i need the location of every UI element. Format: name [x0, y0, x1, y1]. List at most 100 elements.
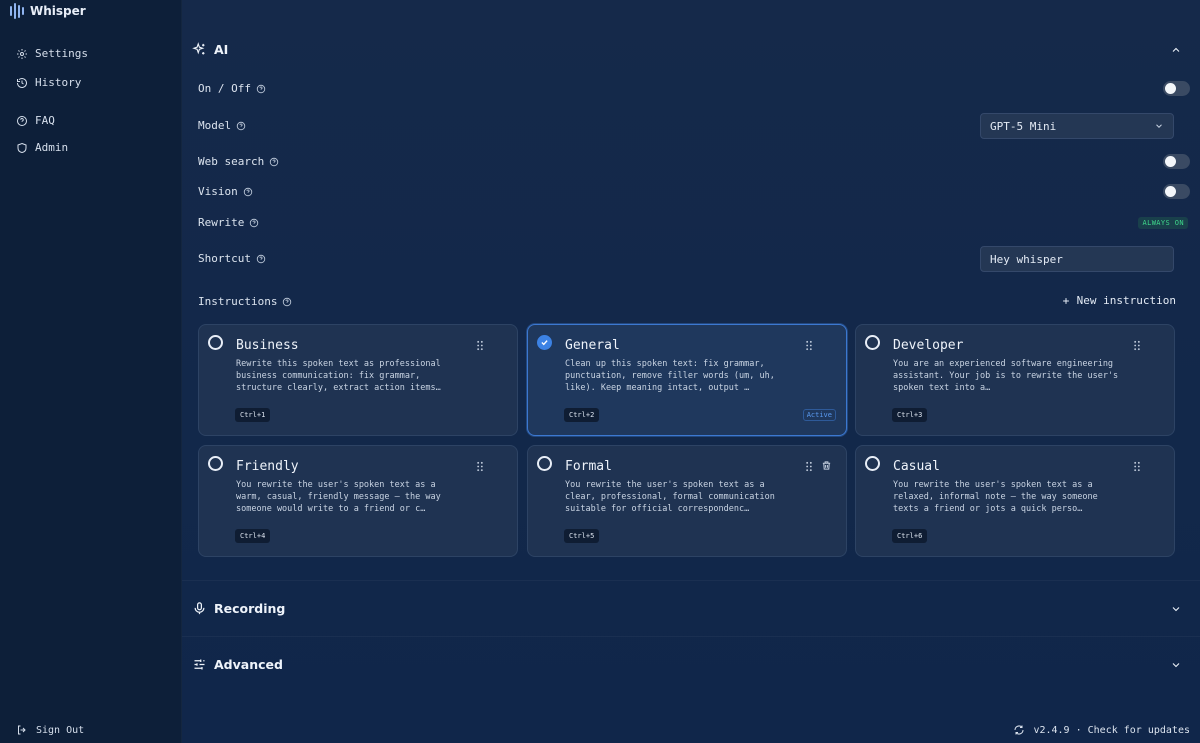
instruction-shortcut: Ctrl+3	[892, 408, 928, 422]
vision-label: Vision	[198, 185, 238, 198]
vision-toggle[interactable]	[1163, 184, 1190, 199]
instruction-title: Friendly	[236, 459, 299, 474]
section-advanced-title: Advanced	[214, 657, 283, 672]
gear-icon	[17, 48, 27, 59]
sign-out-button[interactable]: Sign Out	[16, 724, 84, 736]
instruction-description: You rewrite the user's spoken text as a …	[565, 480, 775, 514]
help-circle-icon	[17, 115, 27, 126]
model-select-value: GPT-5 Mini	[990, 119, 1057, 133]
web-search-row: Web search	[198, 155, 279, 168]
chevron-down-icon[interactable]	[1170, 659, 1182, 671]
help-icon[interactable]	[269, 157, 279, 167]
help-icon[interactable]	[282, 297, 292, 307]
rewrite-row: Rewrite	[198, 216, 259, 229]
sign-out-icon	[18, 725, 26, 735]
main-panel: AI On / Off Model GPT-5 Mini Web search …	[182, 0, 1200, 743]
instruction-shortcut: Ctrl+2	[564, 408, 600, 422]
vision-row: Vision	[198, 185, 253, 198]
section-recording-header[interactable]: Recording	[192, 601, 1190, 616]
refresh-icon	[1014, 725, 1024, 735]
drag-handle-icon[interactable]	[805, 340, 813, 351]
model-row: Model	[198, 119, 246, 132]
divider	[182, 580, 1200, 581]
instruction-radio[interactable]	[865, 456, 880, 471]
instruction-card-formal[interactable]: Formal You rewrite the user's spoken tex…	[527, 445, 847, 557]
model-select[interactable]: GPT-5 Mini	[980, 113, 1174, 139]
shield-icon	[17, 142, 27, 153]
sidebar-item-label: FAQ	[35, 114, 55, 127]
instructions-row: Instructions	[198, 295, 292, 308]
shortcut-label: Shortcut	[198, 252, 251, 265]
sidebar-item-history[interactable]: History	[16, 76, 81, 89]
instruction-title: Casual	[893, 459, 940, 474]
instruction-shortcut: Ctrl+5	[564, 529, 600, 543]
model-label: Model	[198, 119, 232, 132]
sidebar: Whisper Settings History FAQ Admin Sign …	[0, 0, 182, 743]
section-ai-header[interactable]: AI	[192, 42, 1190, 57]
sparkles-icon	[192, 42, 205, 55]
instruction-radio[interactable]	[537, 456, 552, 471]
drag-handle-icon[interactable]	[476, 340, 484, 351]
check-icon	[541, 340, 548, 346]
sliders-icon	[194, 659, 205, 670]
waveform-logo-icon	[10, 3, 24, 19]
help-icon[interactable]	[256, 84, 266, 94]
instruction-shortcut: Ctrl+4	[235, 529, 271, 543]
instruction-card-casual[interactable]: Casual You rewrite the user's spoken tex…	[855, 445, 1175, 557]
chevron-up-icon[interactable]	[1170, 44, 1182, 56]
instruction-shortcut: Ctrl+6	[892, 529, 928, 543]
active-badge: Active	[802, 409, 836, 421]
app-name: Whisper	[30, 4, 86, 18]
instruction-description: You rewrite the user's spoken text as a …	[236, 480, 441, 514]
instruction-card-general[interactable]: General Clean up this spoken text: fix g…	[527, 324, 847, 436]
chevron-down-icon[interactable]	[1170, 603, 1182, 615]
trash-icon[interactable]	[821, 460, 832, 471]
on-off-toggle[interactable]	[1163, 81, 1190, 96]
rewrite-label: Rewrite	[198, 216, 245, 229]
help-icon[interactable]	[249, 218, 259, 228]
history-icon	[17, 77, 27, 88]
web-search-label: Web search	[198, 155, 265, 168]
instruction-card-business[interactable]: Business Rewrite this spoken text as pro…	[198, 324, 518, 436]
help-icon[interactable]	[256, 254, 266, 264]
always-on-badge: ALWAYS ON	[1138, 217, 1188, 229]
check-updates-button[interactable]: v2.4.9 · Check for updates	[1013, 724, 1190, 736]
new-instruction-label: New instruction	[1076, 294, 1176, 307]
shortcut-input[interactable]	[980, 246, 1174, 272]
microphone-icon	[194, 602, 205, 615]
drag-handle-icon[interactable]	[476, 461, 484, 472]
on-off-row: On / Off	[198, 82, 266, 95]
instruction-radio[interactable]	[865, 335, 880, 350]
drag-handle-icon[interactable]	[805, 461, 813, 472]
section-advanced-header[interactable]: Advanced	[192, 657, 1190, 672]
instruction-shortcut: Ctrl+1	[235, 408, 271, 422]
instruction-radio[interactable]	[537, 335, 552, 350]
instruction-radio[interactable]	[208, 335, 223, 350]
instruction-title: General	[565, 338, 620, 353]
sidebar-item-faq[interactable]: FAQ	[16, 114, 55, 127]
help-icon[interactable]	[236, 121, 246, 131]
sidebar-item-settings[interactable]: Settings	[16, 47, 88, 60]
sidebar-item-label: History	[35, 76, 82, 89]
instruction-title: Formal	[565, 459, 612, 474]
on-off-label: On / Off	[198, 82, 251, 95]
drag-handle-icon[interactable]	[1133, 340, 1141, 351]
sidebar-item-label: Admin	[35, 141, 69, 154]
drag-handle-icon[interactable]	[1133, 461, 1141, 472]
instruction-radio[interactable]	[208, 456, 223, 471]
instruction-title: Business	[236, 338, 299, 353]
instruction-card-developer[interactable]: Developer You are an experienced softwar…	[855, 324, 1175, 436]
web-search-toggle[interactable]	[1163, 154, 1190, 169]
section-recording-title: Recording	[214, 601, 286, 616]
help-icon[interactable]	[243, 187, 253, 197]
instruction-title: Developer	[893, 338, 964, 353]
divider	[182, 636, 1200, 637]
instruction-card-friendly[interactable]: Friendly You rewrite the user's spoken t…	[198, 445, 518, 557]
instructions-label: Instructions	[198, 295, 278, 308]
instruction-description: Clean up this spoken text: fix grammar, …	[565, 359, 775, 393]
sidebar-item-label: Settings	[35, 47, 88, 60]
sidebar-item-admin[interactable]: Admin	[16, 141, 68, 154]
new-instruction-button[interactable]: New instruction	[1061, 294, 1176, 307]
instruction-description: You rewrite the user's spoken text as a …	[893, 480, 1098, 514]
instruction-description: You are an experienced software engineer…	[893, 359, 1119, 393]
